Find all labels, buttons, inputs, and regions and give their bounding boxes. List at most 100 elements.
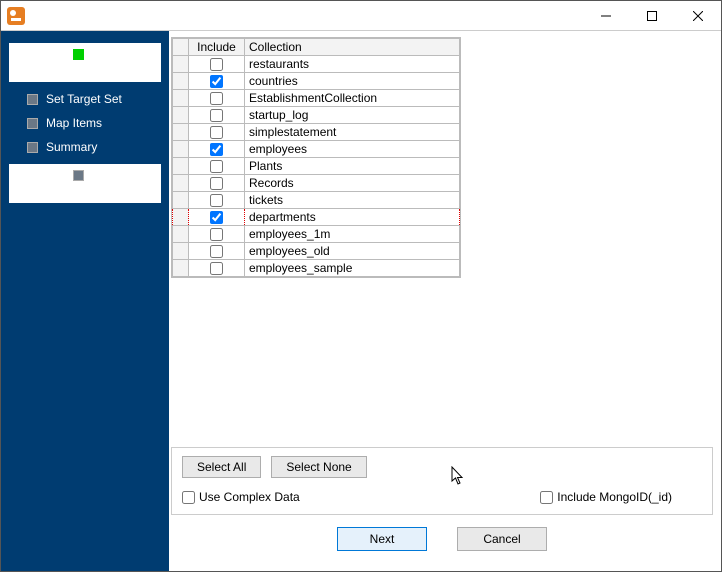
collection-cell[interactable]: employees_1m — [245, 226, 460, 243]
include-checkbox[interactable] — [210, 109, 223, 122]
table-row[interactable]: employees_sample — [173, 260, 460, 277]
include-cell[interactable] — [189, 226, 245, 243]
include-cell[interactable] — [189, 158, 245, 175]
include-checkbox[interactable] — [210, 262, 223, 275]
row-handle[interactable] — [173, 175, 189, 192]
include-cell[interactable] — [189, 243, 245, 260]
collection-cell[interactable]: departments — [245, 209, 460, 226]
include-cell[interactable] — [189, 124, 245, 141]
include-cell[interactable] — [189, 260, 245, 277]
wizard-step[interactable]: Summary — [27, 140, 161, 154]
include-cell[interactable] — [189, 107, 245, 124]
collection-cell[interactable]: Plants — [245, 158, 460, 175]
include-checkbox[interactable] — [210, 92, 223, 105]
include-cell[interactable] — [189, 141, 245, 158]
wizard-step[interactable]: Map Items — [27, 116, 161, 130]
include-checkbox[interactable] — [210, 245, 223, 258]
row-handle[interactable] — [173, 260, 189, 277]
collection-cell[interactable]: employees_sample — [245, 260, 460, 277]
row-handle[interactable] — [173, 56, 189, 73]
include-checkbox[interactable] — [210, 143, 223, 156]
row-handle[interactable] — [173, 141, 189, 158]
include-checkbox[interactable] — [210, 75, 223, 88]
maximize-button[interactable] — [629, 1, 675, 31]
row-handle[interactable] — [173, 192, 189, 209]
include-cell[interactable] — [189, 56, 245, 73]
include-cell[interactable] — [189, 175, 245, 192]
table-row[interactable]: EstablishmentCollection — [173, 90, 460, 107]
row-handle[interactable] — [173, 124, 189, 141]
wizard-step[interactable]: Convert Data — [9, 164, 161, 203]
table-row[interactable]: simplestatement — [173, 124, 460, 141]
include-checkbox[interactable] — [210, 160, 223, 173]
row-handle[interactable] — [173, 90, 189, 107]
use-complex-data-checkbox[interactable] — [182, 491, 195, 504]
row-handle[interactable] — [173, 107, 189, 124]
step-indicator-icon — [27, 94, 38, 105]
table-row[interactable]: Plants — [173, 158, 460, 175]
table-row[interactable]: startup_log — [173, 107, 460, 124]
include-checkbox[interactable] — [210, 211, 223, 224]
col-header-collection[interactable]: Collection — [245, 39, 460, 56]
collection-cell[interactable]: Records — [245, 175, 460, 192]
step-indicator-icon — [73, 170, 84, 181]
window-controls — [583, 1, 721, 31]
select-all-button[interactable]: Select All — [182, 456, 261, 478]
include-mongoid-checkbox[interactable] — [540, 491, 553, 504]
collection-cell[interactable]: employees — [245, 141, 460, 158]
collection-cell[interactable]: tickets — [245, 192, 460, 209]
collection-cell[interactable]: restaurants — [245, 56, 460, 73]
step-label: Summary — [46, 140, 97, 154]
table-row[interactable]: departments — [173, 209, 460, 226]
collection-cell[interactable]: EstablishmentCollection — [245, 90, 460, 107]
table-row[interactable]: employees — [173, 141, 460, 158]
wizard-footer: Next Cancel — [171, 515, 713, 563]
row-handle[interactable] — [173, 209, 189, 226]
col-header-include[interactable]: Include — [189, 39, 245, 56]
select-none-button[interactable]: Select None — [271, 456, 366, 478]
table-row[interactable]: employees_old — [173, 243, 460, 260]
cancel-button[interactable]: Cancel — [457, 527, 547, 551]
table-row[interactable]: countries — [173, 73, 460, 90]
include-cell[interactable] — [189, 209, 245, 226]
row-handle[interactable] — [173, 73, 189, 90]
collection-cell[interactable]: employees_old — [245, 243, 460, 260]
collections-table-wrap: Include Collection restaurantscountriesE… — [171, 37, 461, 278]
collection-cell[interactable]: simplestatement — [245, 124, 460, 141]
table-row[interactable]: employees_1m — [173, 226, 460, 243]
include-cell[interactable] — [189, 192, 245, 209]
table-row[interactable]: tickets — [173, 192, 460, 209]
app-icon — [7, 7, 25, 25]
next-button[interactable]: Next — [337, 527, 427, 551]
include-cell[interactable] — [189, 73, 245, 90]
row-handle[interactable] — [173, 158, 189, 175]
step-label: Map Items — [46, 116, 102, 130]
collection-cell[interactable]: countries — [245, 73, 460, 90]
include-mongoid-option[interactable]: Include MongoID(_id) — [540, 490, 672, 504]
collection-cell[interactable]: startup_log — [245, 107, 460, 124]
row-handle[interactable] — [173, 243, 189, 260]
step-indicator-icon — [27, 118, 38, 129]
row-handle[interactable] — [173, 226, 189, 243]
use-complex-data-label: Use Complex Data — [199, 490, 300, 504]
wizard-step[interactable]: Open Source Set — [9, 43, 161, 82]
include-checkbox[interactable] — [210, 58, 223, 71]
use-complex-data-option[interactable]: Use Complex Data — [182, 490, 300, 504]
include-checkbox[interactable] — [210, 228, 223, 241]
step-label: Set Target Set — [46, 92, 122, 106]
minimize-button[interactable] — [583, 1, 629, 31]
titlebar — [1, 1, 721, 31]
step-indicator-icon — [27, 142, 38, 153]
close-button[interactable] — [675, 1, 721, 31]
main-panel: Include Collection restaurantscountriesE… — [169, 31, 721, 571]
app-window: Open Source Set Set Target Set Map Items Su… — [0, 0, 722, 572]
table-row[interactable]: restaurants — [173, 56, 460, 73]
wizard-step[interactable]: Set Target Set — [27, 92, 161, 106]
include-checkbox[interactable] — [210, 194, 223, 207]
window-body: Open Source Set Set Target Set Map Items Su… — [1, 31, 721, 571]
include-checkbox[interactable] — [210, 177, 223, 190]
options-panel: Select All Select None Use Complex Data … — [171, 447, 713, 515]
table-row[interactable]: Records — [173, 175, 460, 192]
include-checkbox[interactable] — [210, 126, 223, 139]
include-cell[interactable] — [189, 90, 245, 107]
